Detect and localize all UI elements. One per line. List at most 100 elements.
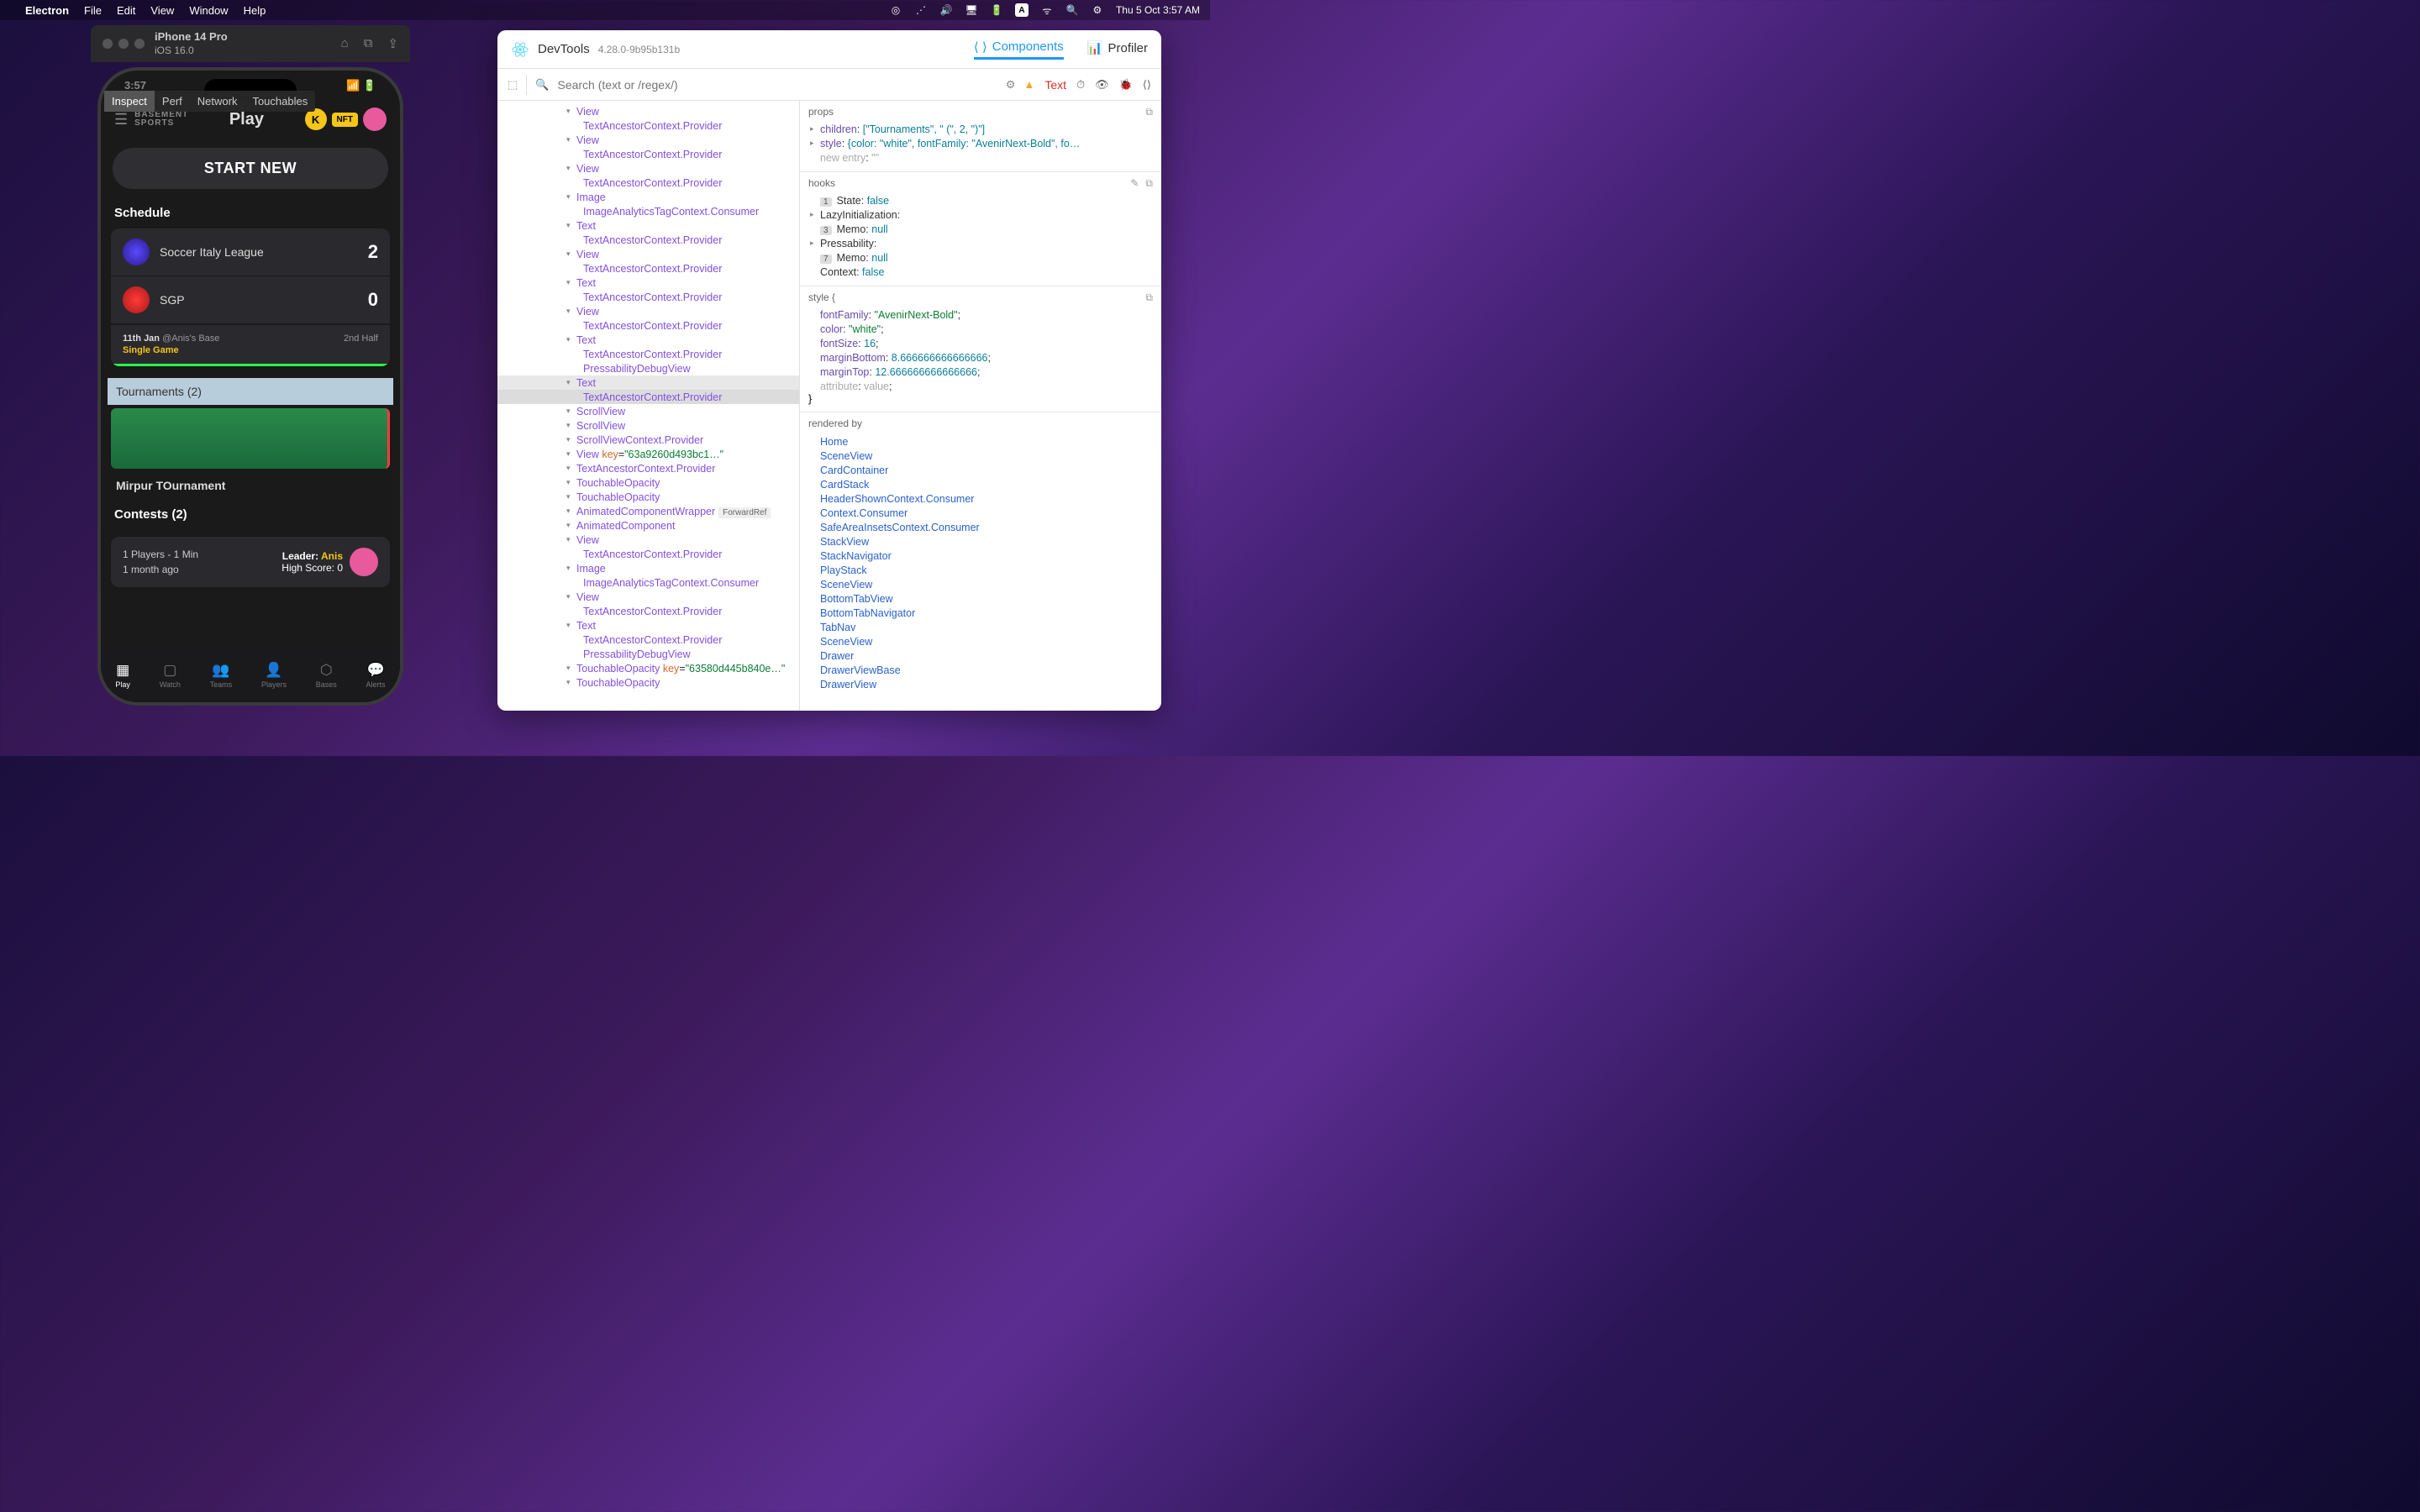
nav-play[interactable]: ▦Play	[115, 662, 130, 689]
copy-icon[interactable]: ⧉	[1145, 291, 1153, 304]
timer-icon[interactable]: ⏱	[1076, 78, 1085, 92]
tree-row[interactable]: TextAncestorContext.Provider	[497, 461, 799, 475]
tree-row[interactable]: ImageAnalyticsTagContext.Consumer	[497, 575, 799, 590]
copy-icon[interactable]: ⧉	[1145, 177, 1153, 190]
rendered-item[interactable]: SceneView	[808, 449, 1153, 463]
tree-row[interactable]: TextAncestorContext.Provider	[497, 176, 799, 190]
rendered-item[interactable]: BottomTabNavigator	[808, 606, 1153, 620]
tree-row[interactable]: TextAncestorContext.Provider	[497, 390, 799, 404]
rendered-item[interactable]: Home	[808, 434, 1153, 449]
menu-icon[interactable]: ☰	[114, 111, 128, 129]
traffic-lights[interactable]	[103, 39, 145, 49]
tree-row[interactable]: TouchableOpacity key="63580d445b840e…"	[497, 661, 799, 675]
tree-row[interactable]: Image	[497, 561, 799, 575]
clock[interactable]: Thu 5 Oct 3:57 AM	[1116, 4, 1200, 16]
rendered-item[interactable]: SceneView	[808, 634, 1153, 648]
hook-row[interactable]: 3Memo: null	[808, 222, 1153, 236]
prop-row[interactable]: style: {color: "white", fontFamily: "Ave…	[808, 136, 1153, 150]
simulator-titlebar[interactable]: iPhone 14 Pro iOS 16.0 ⌂ ⧉ ⇪	[91, 25, 410, 62]
tree-row[interactable]: TextAncestorContext.Provider	[497, 233, 799, 247]
menu-view[interactable]: View	[150, 4, 174, 17]
input-icon[interactable]: A	[1015, 3, 1028, 17]
share-icon[interactable]: ⇪	[387, 36, 398, 51]
hook-row[interactable]: 7Memo: null	[808, 250, 1153, 265]
nav-watch[interactable]: ▢Watch	[160, 662, 181, 689]
tree-row[interactable]: View key="63a9260d493bc1…"	[497, 447, 799, 461]
tab-profiler[interactable]: 📊Profiler	[1087, 39, 1148, 60]
rendered-item[interactable]: Context.Consumer	[808, 506, 1153, 520]
tree-row[interactable]: TouchableOpacity	[497, 675, 799, 690]
menu-edit[interactable]: Edit	[117, 4, 135, 17]
display-icon[interactable]: 🖥	[965, 3, 978, 17]
tree-row[interactable]: TextAncestorContext.Provider	[497, 147, 799, 161]
contest-card[interactable]: 1 Players - 1 Min 1 month ago Leader: An…	[111, 537, 390, 587]
gear-icon[interactable]: ⚙	[1006, 78, 1016, 92]
tree-row[interactable]: TextAncestorContext.Provider	[497, 633, 799, 647]
tree-row[interactable]: Text	[497, 333, 799, 347]
tree-row[interactable]: PressabilityDebugView	[497, 361, 799, 375]
rendered-item[interactable]: CardStack	[808, 477, 1153, 491]
rendered-item[interactable]: PlayStack	[808, 563, 1153, 577]
home-icon[interactable]: ⌂	[341, 36, 349, 51]
tree-row[interactable]: TouchableOpacity	[497, 475, 799, 490]
app-name[interactable]: Electron	[25, 4, 69, 17]
bug-icon[interactable]: 🐞	[1119, 78, 1133, 92]
tree-row[interactable]: View	[497, 104, 799, 118]
nav-players[interactable]: 👤Players	[261, 662, 287, 689]
tree-row[interactable]: ScrollView	[497, 404, 799, 418]
wifi-icon[interactable]: ᯤ	[1040, 3, 1054, 17]
rendered-item[interactable]: StackNavigator	[808, 549, 1153, 563]
tree-row[interactable]: ScrollViewContext.Provider	[497, 433, 799, 447]
touchables-tab[interactable]: Touchables	[245, 91, 315, 112]
battery-icon[interactable]: 🔋	[990, 3, 1003, 17]
screenshot-icon[interactable]: ⧉	[364, 36, 373, 51]
copy-icon[interactable]: ⧉	[1145, 106, 1153, 118]
style-row[interactable]: marginTop: 12.666666666666666;	[808, 365, 1153, 379]
tree-row[interactable]: View	[497, 533, 799, 547]
tree-row[interactable]: AnimatedComponentWrapperForwardRef	[497, 504, 799, 518]
nav-alerts[interactable]: 💬Alerts	[366, 662, 386, 689]
tree-row[interactable]: Text	[497, 276, 799, 290]
tree-row[interactable]: TextAncestorContext.Provider	[497, 547, 799, 561]
status-icon[interactable]: ◎	[889, 3, 902, 17]
tree-row[interactable]: TextAncestorContext.Provider	[497, 347, 799, 361]
brackets-icon[interactable]: ⟨⟩	[1143, 78, 1151, 92]
tree-row[interactable]: Text	[497, 618, 799, 633]
eye-icon[interactable]: 👁	[1095, 78, 1109, 92]
rendered-item[interactable]: BottomTabView	[808, 591, 1153, 606]
inspect-tab[interactable]: Inspect	[104, 91, 155, 112]
tree-row[interactable]: TextAncestorContext.Provider	[497, 604, 799, 618]
rendered-item[interactable]: SceneView	[808, 577, 1153, 591]
start-new-button[interactable]: START NEW	[113, 148, 388, 189]
rendered-item[interactable]: TabNav	[808, 620, 1153, 634]
menu-file[interactable]: File	[84, 4, 102, 17]
rendered-item[interactable]: DrawerViewBase	[808, 663, 1153, 677]
rendered-item[interactable]: Drawer	[808, 648, 1153, 663]
style-row[interactable]: fontSize: 16;	[808, 336, 1153, 350]
rendered-item[interactable]: SafeAreaInsetsContext.Consumer	[808, 520, 1153, 534]
nft-badge[interactable]: NFT	[332, 113, 358, 127]
tournaments-header[interactable]: Tournaments (2)	[108, 378, 393, 405]
tree-row[interactable]: Text	[497, 375, 799, 390]
tree-row[interactable]: Text	[497, 218, 799, 233]
menu-window[interactable]: Window	[189, 4, 228, 17]
edit-icon[interactable]: ✎	[1130, 177, 1139, 190]
search-input[interactable]	[557, 78, 997, 92]
tree-row[interactable]: TouchableOpacity	[497, 490, 799, 504]
tree-row[interactable]: ImageAnalyticsTagContext.Consumer	[497, 204, 799, 218]
tree-row[interactable]: View	[497, 161, 799, 176]
tree-row[interactable]: TextAncestorContext.Provider	[497, 261, 799, 276]
control-center-icon[interactable]: ⚙	[1091, 3, 1104, 17]
tree-row[interactable]: ScrollView	[497, 418, 799, 433]
network-tab[interactable]: Network	[190, 91, 245, 112]
style-row[interactable]: color: "white";	[808, 322, 1153, 336]
component-tree[interactable]: ViewTextAncestorContext.ProviderViewText…	[497, 101, 800, 711]
tree-row[interactable]: TextAncestorContext.Provider	[497, 118, 799, 133]
avatar[interactable]	[363, 108, 387, 131]
tree-row[interactable]: TextAncestorContext.Provider	[497, 318, 799, 333]
hook-row[interactable]: Pressability:	[808, 236, 1153, 250]
match-card[interactable]: Soccer Italy League 2 SGP 0 11th Jan @An…	[111, 228, 390, 366]
tree-row[interactable]: View	[497, 247, 799, 261]
hook-row[interactable]: Context: false	[808, 265, 1153, 279]
inspect-icon[interactable]: ⬚	[508, 78, 518, 92]
